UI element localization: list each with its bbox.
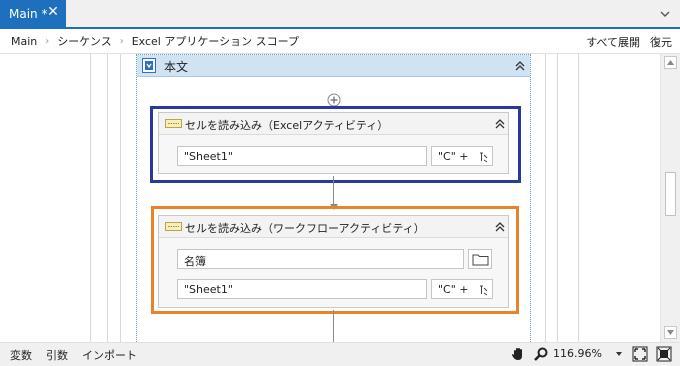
activity-header[interactable]: セルを読み込み（ワークフローアクティビティ） (159, 216, 508, 238)
read-cell-icon (165, 222, 182, 231)
add-circle-icon[interactable] (327, 93, 341, 107)
activity-title: セルを読み込み（Excelアクティビティ） (185, 119, 389, 132)
scroll-thumb[interactable] (665, 172, 676, 216)
activity-header[interactable]: セルを読み込み（Excelアクティビティ） (159, 113, 508, 135)
sequence-border-line (557, 54, 558, 342)
breadcrumb-item-excel-scope[interactable]: Excel アプリケーション スコープ (132, 33, 299, 49)
cell-field-value: "C" + (438, 283, 469, 296)
restore-button[interactable]: 復元 (650, 34, 672, 50)
expression-icon[interactable] (479, 151, 488, 163)
breadcrumb-item-main[interactable]: Main (11, 35, 37, 48)
sequence-connector (333, 310, 334, 342)
scroll-down-button[interactable] (664, 326, 677, 339)
sequence-border-line (545, 54, 546, 342)
breadcrumb-item-sequence[interactable]: シーケンス (57, 33, 111, 49)
cell-field[interactable]: "C" + (431, 279, 493, 299)
tab-bar: Main * ✕ (0, 0, 680, 29)
variables-tab[interactable]: 変数 (10, 347, 32, 363)
breadcrumb: Main › シーケンス › Excel アプリケーション スコープ すべて展開… (0, 29, 680, 54)
sequence-border-line (90, 54, 91, 342)
designer-canvas[interactable]: 本文 セルを読み込み（Excelアクティビティ） "Sheet1" "C" + … (0, 54, 660, 342)
status-bar: 変数 引数 インポート 116.96% (0, 342, 680, 366)
folder-icon (472, 254, 489, 266)
sheet-name-field[interactable]: "Sheet1" (177, 279, 427, 299)
triangle-down-icon (667, 330, 674, 335)
activity-title: セルを読み込み（ワークフローアクティビティ） (185, 222, 425, 235)
zoom-level[interactable]: 116.96% (553, 347, 602, 360)
hand-pan-icon[interactable] (510, 346, 526, 362)
scroll-up-button[interactable] (664, 56, 677, 69)
triangle-up-icon (667, 60, 674, 65)
body-scope-header[interactable]: 本文 (137, 55, 530, 77)
read-cell-icon (165, 119, 182, 128)
sequence-border-line (578, 54, 579, 342)
body-scope-title: 本文 (164, 60, 189, 74)
fit-screen-icon[interactable] (632, 346, 648, 362)
tab-main[interactable]: Main * ✕ (0, 0, 66, 27)
double-chevron-up-icon[interactable] (494, 221, 506, 233)
workbook-path-field[interactable]: 名簿 (177, 249, 464, 269)
read-cell-workflow-activity[interactable]: セルを読み込み（ワークフローアクティビティ） 名簿 "Sheet1" "C" + (158, 215, 509, 308)
tab-main-label: Main * (9, 6, 48, 21)
sequence-border-line (120, 54, 121, 342)
sequence-border-line (107, 54, 108, 342)
vertical-scrollbar[interactable] (660, 54, 680, 342)
arguments-tab[interactable]: 引数 (46, 347, 68, 363)
overview-icon[interactable] (656, 346, 672, 362)
double-chevron-up-icon[interactable] (514, 60, 526, 72)
cell-field-value: "C" + (438, 150, 469, 163)
read-cell-excel-activity[interactable]: セルを読み込み（Excelアクティビティ） "Sheet1" "C" + (158, 112, 509, 174)
imports-tab[interactable]: インポート (82, 347, 137, 363)
zoom-dropdown-icon[interactable] (616, 352, 622, 356)
expand-all-button[interactable]: すべて展開 (586, 34, 640, 50)
chevron-right-icon: › (45, 35, 50, 47)
chevron-down-icon[interactable] (659, 8, 671, 20)
double-chevron-up-icon[interactable] (494, 118, 506, 130)
sheet-name-field[interactable]: "Sheet1" (177, 146, 427, 166)
close-icon[interactable]: ✕ (46, 5, 60, 19)
body-scope-icon (142, 58, 156, 73)
sequence-connector (333, 176, 334, 204)
expression-icon[interactable] (479, 284, 488, 296)
cell-field[interactable]: "C" + (431, 146, 493, 166)
browse-folder-button[interactable] (468, 249, 492, 269)
chevron-right-icon: › (119, 35, 124, 47)
magnifier-icon[interactable] (533, 346, 549, 362)
